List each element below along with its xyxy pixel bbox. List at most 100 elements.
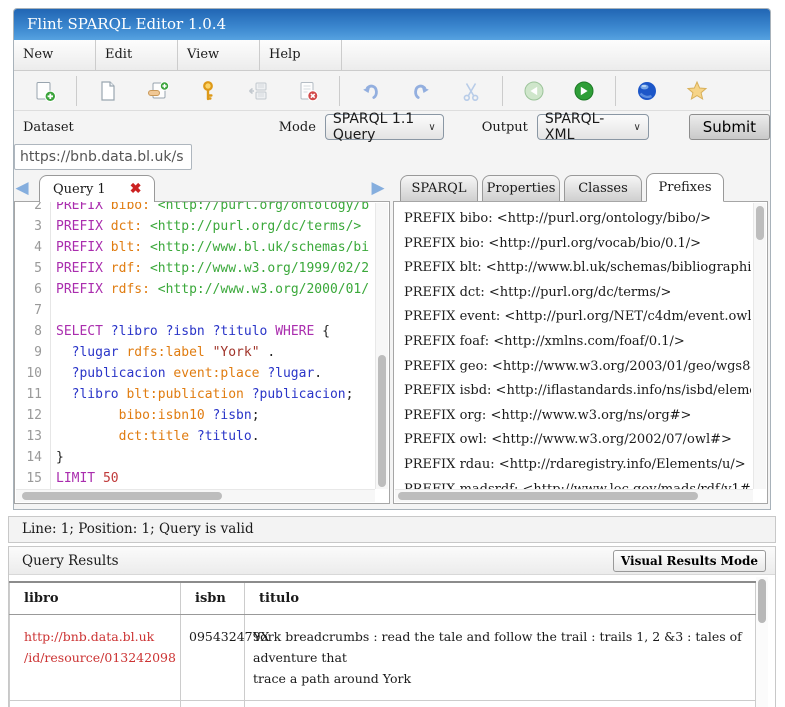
prefix-entry: PREFIX event: <http://purl.org/NET/c4dm/… xyxy=(404,305,751,330)
line-number: 10 xyxy=(15,363,50,384)
output-select[interactable]: SPARQL-XML ∨ xyxy=(537,114,649,140)
scrollbar-thumb[interactable] xyxy=(378,355,386,487)
table-row: http://bnb.data.bl.uk/id/resource/013242… xyxy=(10,615,756,701)
results-header-row: libroisbntitulo xyxy=(10,582,756,615)
token xyxy=(56,429,119,444)
code-text: bibo:isbn10 ?isbn; xyxy=(50,405,260,426)
undo-icon[interactable] xyxy=(359,79,383,103)
token: <http://www.w3.org/1999/02/2 xyxy=(150,261,369,276)
token: LIMIT xyxy=(56,471,95,486)
code-text: PREFIX rdfs: <http://www.w3.org/2000/01/ xyxy=(50,279,369,300)
delete-query-icon[interactable] xyxy=(296,79,320,103)
back-icon[interactable] xyxy=(522,79,546,103)
editor-vertical-scrollbar[interactable] xyxy=(375,203,388,489)
token: SELECT xyxy=(56,324,103,339)
token: ?publicacion xyxy=(72,366,166,381)
menu-view[interactable]: View xyxy=(178,40,260,70)
scrollbar-thumb[interactable] xyxy=(758,579,766,623)
prefix-entry: PREFIX org: <http://www.w3.org/ns/org#> xyxy=(404,404,751,429)
forward-icon[interactable] xyxy=(572,79,596,103)
visual-results-mode-button[interactable]: Visual Results Mode xyxy=(613,550,766,572)
token: PREFIX xyxy=(56,261,103,276)
token xyxy=(267,324,275,339)
new-document-icon[interactable] xyxy=(96,79,120,103)
menu-edit[interactable]: Edit xyxy=(96,40,178,70)
prefixes-vertical-scrollbar[interactable] xyxy=(753,203,766,489)
code-text: ?lugar rdfs:label "York" . xyxy=(50,342,275,363)
editor-horizontal-scrollbar[interactable] xyxy=(16,489,375,502)
code-line[interactable]: 9 ?lugar rdfs:label "York" . xyxy=(15,342,375,363)
endpoint-url-input[interactable] xyxy=(14,144,192,170)
code-line[interactable]: 6PREFIX rdfs: <http://www.w3.org/2000/01… xyxy=(15,279,375,300)
prefix-entry: PREFIX bibo: <http://purl.org/ontology/b… xyxy=(404,207,751,232)
scrollbar-thumb[interactable] xyxy=(398,492,698,500)
query-tabbar: ◀ Query 1 ✖ ▶ xyxy=(14,173,390,201)
mode-select[interactable]: SPARQL 1.1 Query ∨ xyxy=(325,114,444,140)
code-line[interactable]: 11 ?libro blt:publication ?publicacion; xyxy=(15,384,375,405)
line-number: 14 xyxy=(15,447,50,468)
prefixes-horizontal-scrollbar[interactable] xyxy=(395,489,753,502)
tab-classes[interactable]: Classes xyxy=(564,175,642,202)
tab-properties[interactable]: Properties xyxy=(482,175,560,202)
token: ?isbn xyxy=(166,324,205,339)
tab-prefixes[interactable]: Prefixes xyxy=(646,173,724,202)
prefix-entry: PREFIX rdau: <http://rdaregistry.info/El… xyxy=(404,453,751,478)
menu-new[interactable]: New xyxy=(14,40,96,70)
line-number: 6 xyxy=(15,279,50,300)
titlebar: Flint SPARQL Editor 1.0.4 xyxy=(14,9,770,40)
token: ?titulo xyxy=(213,324,268,339)
code-line[interactable]: 13 dct:title ?titulo. xyxy=(15,426,375,447)
token: <http://purl.org/ontology/b xyxy=(158,201,369,213)
code-line[interactable]: 14} xyxy=(15,447,375,468)
code-line[interactable]: 2PREFIX bibo: <http://purl.org/ontology/… xyxy=(15,201,375,216)
token: ?libro xyxy=(111,324,158,339)
code-line[interactable]: 10 ?publicacion event:place ?lugar. xyxy=(15,363,375,384)
globe-icon[interactable] xyxy=(635,79,659,103)
scrollbar-thumb[interactable] xyxy=(22,492,222,500)
submit-button[interactable]: Submit xyxy=(689,114,770,140)
menu-help[interactable]: Help xyxy=(260,40,342,70)
new-query-icon[interactable] xyxy=(33,79,57,103)
result-link[interactable]: /id/resource/013242098 xyxy=(24,647,172,668)
code-area[interactable]: 2PREFIX bibo: <http://purl.org/ontology/… xyxy=(15,201,375,490)
cut-icon[interactable] xyxy=(459,79,483,103)
token: ?publicacion xyxy=(252,387,346,402)
token: dct:title xyxy=(119,429,189,444)
endpoint-key-icon[interactable] xyxy=(196,79,220,103)
redo-icon[interactable] xyxy=(409,79,433,103)
line-number: 11 xyxy=(15,384,50,405)
tab-query-1[interactable]: Query 1 ✖ xyxy=(39,175,155,202)
sparql-code-editor[interactable]: 2PREFIX bibo: <http://purl.org/ontology/… xyxy=(14,201,390,504)
star-icon[interactable] xyxy=(685,79,709,103)
token: bibo:isbn10 xyxy=(119,408,205,423)
prefix-entry: PREFIX blt: <http://www.bl.uk/schemas/bi… xyxy=(404,256,751,281)
code-text: PREFIX rdf: <http://www.w3.org/1999/02/2 xyxy=(50,258,369,279)
query-pane: ◀ Query 1 ✖ ▶ 2PREFIX bibo: <http://purl… xyxy=(14,173,390,504)
tab-sparql[interactable]: SPARQL xyxy=(400,175,478,202)
code-line[interactable]: 8SELECT ?libro ?isbn ?titulo WHERE { xyxy=(15,321,375,342)
line-number: 12 xyxy=(15,405,50,426)
line-number: 5 xyxy=(15,258,50,279)
scrollbar-thumb[interactable] xyxy=(756,206,764,240)
open-query-icon[interactable] xyxy=(146,79,170,103)
code-line[interactable]: 4PREFIX blt: <http://www.bl.uk/schemas/b… xyxy=(15,237,375,258)
code-text: ?publicacion event:place ?lugar. xyxy=(50,363,322,384)
prefix-entry: PREFIX owl: <http://www.w3.org/2002/07/o… xyxy=(404,428,751,453)
code-line[interactable]: 7 xyxy=(15,300,375,321)
close-tab-icon[interactable]: ✖ xyxy=(130,181,142,197)
token xyxy=(95,471,103,486)
code-line[interactable]: 3PREFIX dct: <http://purl.org/dc/terms/> xyxy=(15,216,375,237)
column-header-libro: libro xyxy=(10,582,181,615)
result-link[interactable]: http://bnb.data.bl.uk xyxy=(24,626,172,647)
results-vertical-scrollbar[interactable] xyxy=(756,577,768,707)
code-line[interactable]: 12 bibo:isbn10 ?isbn; xyxy=(15,405,375,426)
datasets-disabled-icon[interactable] xyxy=(246,79,270,103)
code-line[interactable]: 15LIMIT 50 xyxy=(15,468,375,489)
prev-tab-arrow-icon[interactable]: ◀ xyxy=(14,175,30,201)
line-number: 2 xyxy=(15,201,50,216)
token: ; xyxy=(346,387,354,402)
code-line[interactable]: 5PREFIX rdf: <http://www.w3.org/1999/02/… xyxy=(15,258,375,279)
next-tab-arrow-icon[interactable]: ▶ xyxy=(370,175,386,201)
query-tab-label: Query 1 xyxy=(53,182,106,197)
token: . xyxy=(252,429,260,444)
